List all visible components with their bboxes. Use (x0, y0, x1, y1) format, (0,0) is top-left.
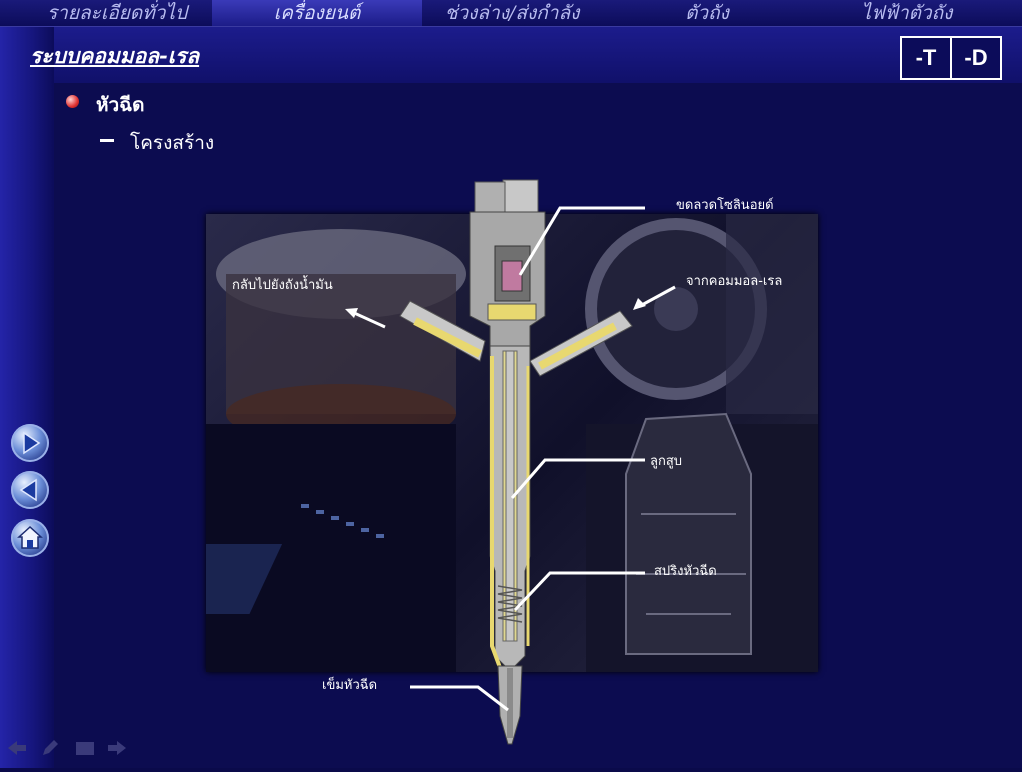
dash-icon (100, 139, 114, 142)
tab-body[interactable]: ตัวถัง (612, 0, 802, 26)
label-piston: ลูกสูบ (650, 454, 683, 469)
tab-engine[interactable]: เครื่องยนต์ (212, 0, 422, 26)
menu-icon[interactable] (74, 738, 96, 762)
next-arrow-icon[interactable] (106, 738, 128, 762)
home-icon[interactable] (11, 519, 49, 557)
top-nav: รายละเอียดทั่วไป เครื่องยนต์ ช่วงล่าง/ส่… (0, 0, 1022, 27)
page-title: ระบบคอมมอล-เรล (30, 43, 200, 68)
label-return-to-tank: กลับไปยังถังน้ำมัน (232, 278, 333, 293)
tab-chassis[interactable]: ช่วงล่าง/ส่งกำลัง (422, 0, 602, 26)
label-solenoid: ขดลวดโซลินอยด์ (676, 198, 774, 213)
prev-arrow-icon[interactable] (6, 738, 28, 762)
back-icon[interactable] (11, 471, 49, 509)
injector-diagram (380, 176, 640, 746)
t-button[interactable]: -T (902, 38, 950, 78)
section-subheading: โครงสร้าง (130, 132, 215, 154)
forward-icon[interactable] (11, 424, 49, 462)
tab-general[interactable]: รายละเอียดทั่วไป (22, 0, 212, 26)
tab-body-electrical[interactable]: ไฟฟ้าตัวถัง (812, 0, 1002, 26)
label-nozzle-needle: เข็มหัวฉีด (322, 678, 378, 693)
pencil-icon[interactable] (40, 738, 60, 762)
left-sidebar (0, 27, 54, 768)
label-nozzle-spring: สปริงหัวฉีด (654, 564, 717, 579)
label-from-common-rail: จากคอมมอล-เรล (686, 274, 783, 289)
td-button-group: -T -D (900, 36, 1002, 80)
section-heading: หัวฉีด (96, 94, 145, 116)
d-button[interactable]: -D (950, 38, 1000, 78)
bullet-icon (66, 95, 79, 108)
